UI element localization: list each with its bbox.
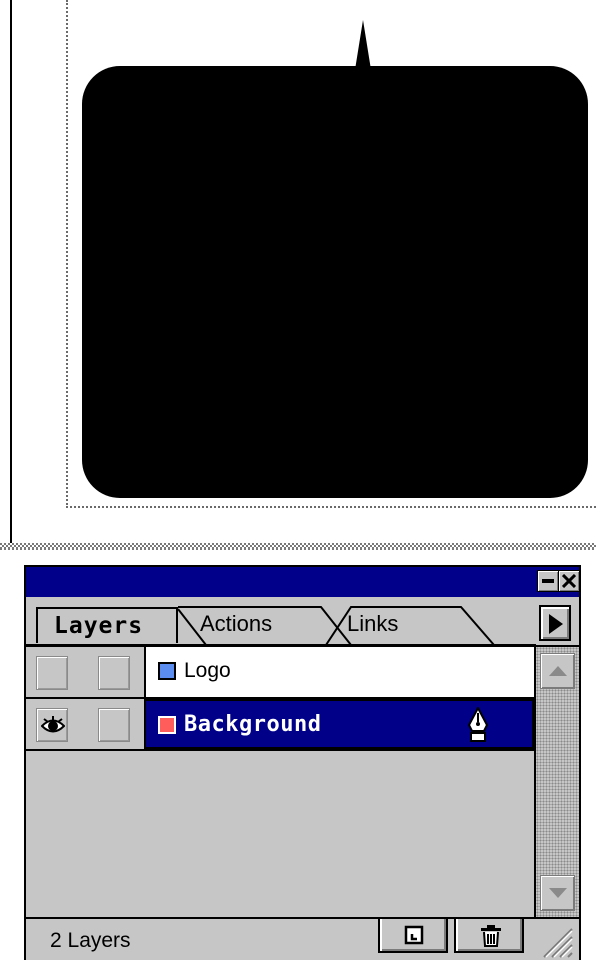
layer-list-scrollbar[interactable]	[534, 645, 579, 917]
margin-guide-vertical	[66, 0, 68, 508]
layer-list: Logo Background	[26, 645, 534, 917]
eye-icon	[41, 716, 65, 733]
layer-color-swatch	[158, 716, 176, 734]
document-canvas[interactable]	[0, 0, 596, 552]
layer-row-background[interactable]: Background	[26, 699, 534, 751]
scroll-down-button[interactable]	[540, 875, 575, 911]
tab-layers[interactable]: Layers	[36, 607, 178, 643]
scroll-up-button[interactable]	[540, 653, 575, 689]
tab-actions[interactable]: Actions	[176, 607, 346, 643]
arrow-up-icon	[549, 666, 567, 676]
visibility-toggle[interactable]	[36, 708, 68, 742]
minimize-button[interactable]	[537, 570, 559, 592]
layer-name: Background	[184, 712, 322, 737]
delete-layer-button[interactable]	[454, 919, 524, 953]
logo-artwork-spike[interactable]	[354, 20, 372, 76]
page-edge-left	[10, 0, 12, 548]
layer-name-area[interactable]: Background	[144, 699, 534, 749]
pen-icon	[467, 707, 489, 742]
layer-count: 2 Layers	[50, 929, 131, 952]
page-edge-bottom	[0, 543, 596, 550]
trash-icon	[481, 925, 501, 947]
palette-titlebar[interactable]	[26, 567, 580, 597]
layer-name: Logo	[184, 659, 231, 682]
logo-artwork-shape[interactable]	[82, 66, 588, 498]
layer-row-logo[interactable]: Logo	[26, 647, 534, 699]
margin-guide-horizontal	[66, 506, 596, 508]
new-layer-icon	[404, 925, 424, 945]
tab-links[interactable]: Links	[331, 607, 491, 643]
palette-status-bar: 2 Layers	[26, 917, 579, 960]
palette-tab-strip: Layers Actions Links	[26, 597, 579, 647]
triangle-right-icon	[549, 614, 563, 634]
close-button[interactable]	[558, 570, 580, 592]
arrow-down-icon	[549, 888, 567, 898]
resize-grip-icon[interactable]	[538, 923, 574, 959]
layers-palette: Layers Actions Links Logo Background 2 L…	[24, 565, 581, 960]
palette-menu-button[interactable]	[539, 605, 571, 641]
new-layer-button[interactable]	[378, 919, 448, 953]
lock-toggle[interactable]	[98, 708, 130, 742]
visibility-toggle[interactable]	[36, 656, 68, 690]
layer-name-area[interactable]: Logo	[146, 647, 534, 697]
layer-color-swatch	[158, 662, 176, 680]
lock-toggle[interactable]	[98, 656, 130, 690]
close-icon	[562, 574, 576, 588]
